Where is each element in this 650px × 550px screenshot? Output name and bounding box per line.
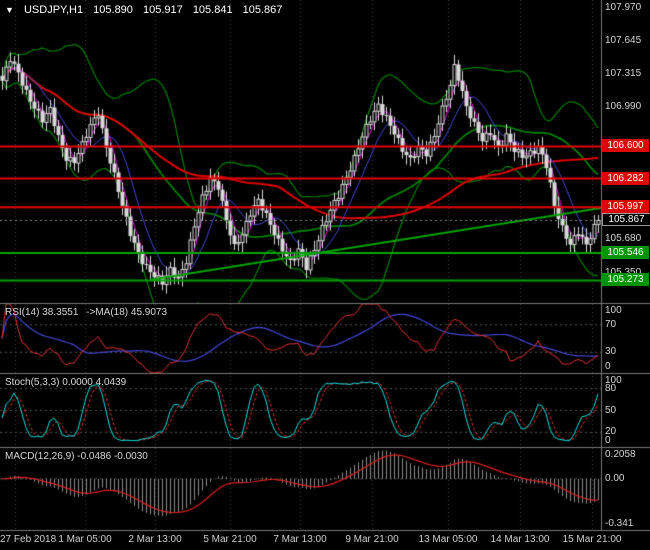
chart-window: ▼ USDJPY,H1 105.890 105.917 105.841 105.… [0, 0, 650, 550]
chart-canvas[interactable] [0, 0, 650, 550]
